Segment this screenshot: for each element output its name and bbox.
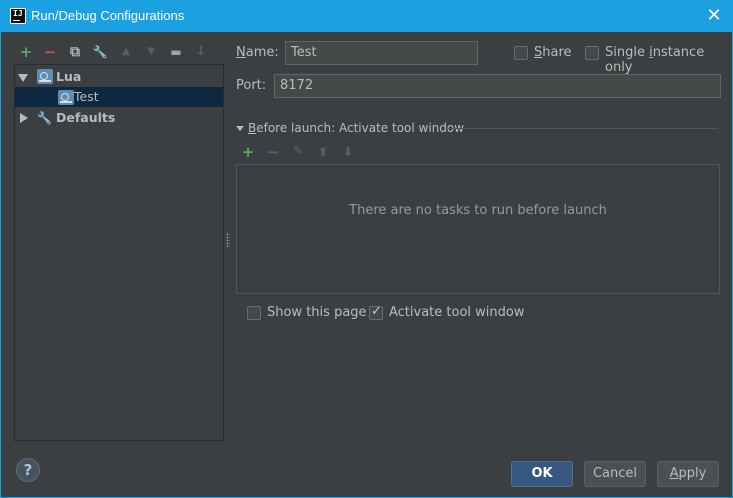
- name-label: Name:: [236, 45, 279, 60]
- tree-item-label: Test: [74, 89, 99, 104]
- tree-item-lua-remote[interactable]: Lua Remote(Mobdebug): [15, 67, 223, 104]
- lua-remote-icon: [37, 69, 53, 84]
- ok-button[interactable]: OK: [511, 461, 573, 487]
- before-launch-task-list[interactable]: There are no tasks to run before launch: [236, 164, 720, 294]
- activate-tool-window-checkbox[interactable]: [369, 304, 383, 320]
- before-launch-header[interactable]: Before launch: Activate tool window: [248, 121, 464, 135]
- section-separator: [448, 128, 718, 129]
- remove-task-icon[interactable]: −: [265, 144, 281, 160]
- copy-configuration-icon[interactable]: ⧉: [67, 44, 83, 60]
- activate-tool-window-label: Activate tool window: [389, 305, 525, 320]
- edit-task-icon[interactable]: ✎: [290, 144, 306, 160]
- title-bar: IJ Run/Debug Configurations ✕: [1, 1, 732, 32]
- expand-arrow-icon[interactable]: [18, 74, 28, 82]
- run-debug-dialog: IJ Run/Debug Configurations ✕ + − ⧉ 🔧 ▲ …: [0, 0, 733, 498]
- port-label: Port:: [236, 78, 267, 93]
- empty-tasks-message: There are no tasks to run before launch: [349, 203, 607, 218]
- lua-remote-icon: [58, 90, 74, 105]
- add-configuration-icon[interactable]: +: [18, 44, 34, 60]
- sort-icon[interactable]: ↓: [193, 44, 209, 60]
- close-icon[interactable]: ✕: [703, 5, 725, 27]
- move-task-down-icon[interactable]: ⬇: [340, 144, 356, 160]
- move-up-icon[interactable]: ▲: [118, 44, 134, 60]
- name-input[interactable]: Test: [285, 41, 478, 65]
- wrench-icon: 🔧: [37, 111, 52, 125]
- tree-item-defaults[interactable]: 🔧 Defaults: [15, 108, 223, 128]
- share-checkbox[interactable]: [514, 46, 528, 60]
- remove-configuration-icon[interactable]: −: [42, 44, 58, 60]
- add-task-icon[interactable]: +: [240, 144, 256, 160]
- share-label: Share: [534, 45, 572, 60]
- single-instance-label: Single instance only: [605, 45, 705, 75]
- configurations-tree[interactable]: Lua Remote(Mobdebug) Test 🔧 Defaults: [14, 64, 224, 441]
- port-input[interactable]: 8172: [274, 74, 721, 98]
- collapse-arrow-icon[interactable]: [20, 113, 28, 123]
- collapse-triangle-icon[interactable]: [236, 126, 244, 131]
- intellij-app-icon: IJ: [10, 8, 26, 24]
- show-this-page-label: Show this page: [267, 305, 367, 320]
- folder-icon[interactable]: ▬: [168, 44, 184, 60]
- tree-item-test[interactable]: Test: [15, 87, 223, 107]
- splitter-handle[interactable]: [226, 233, 230, 247]
- single-instance-checkbox[interactable]: [585, 46, 599, 60]
- window-title: Run/Debug Configurations: [31, 8, 185, 23]
- apply-button[interactable]: Apply: [657, 461, 719, 487]
- edit-defaults-wrench-icon[interactable]: 🔧: [92, 44, 108, 60]
- tree-item-label: Defaults: [56, 110, 116, 125]
- move-task-up-icon[interactable]: ⬆: [315, 144, 331, 160]
- move-down-icon[interactable]: ▼: [143, 44, 159, 60]
- help-icon[interactable]: ?: [16, 458, 40, 482]
- cancel-button[interactable]: Cancel: [584, 461, 646, 487]
- show-this-page-checkbox[interactable]: [247, 306, 261, 320]
